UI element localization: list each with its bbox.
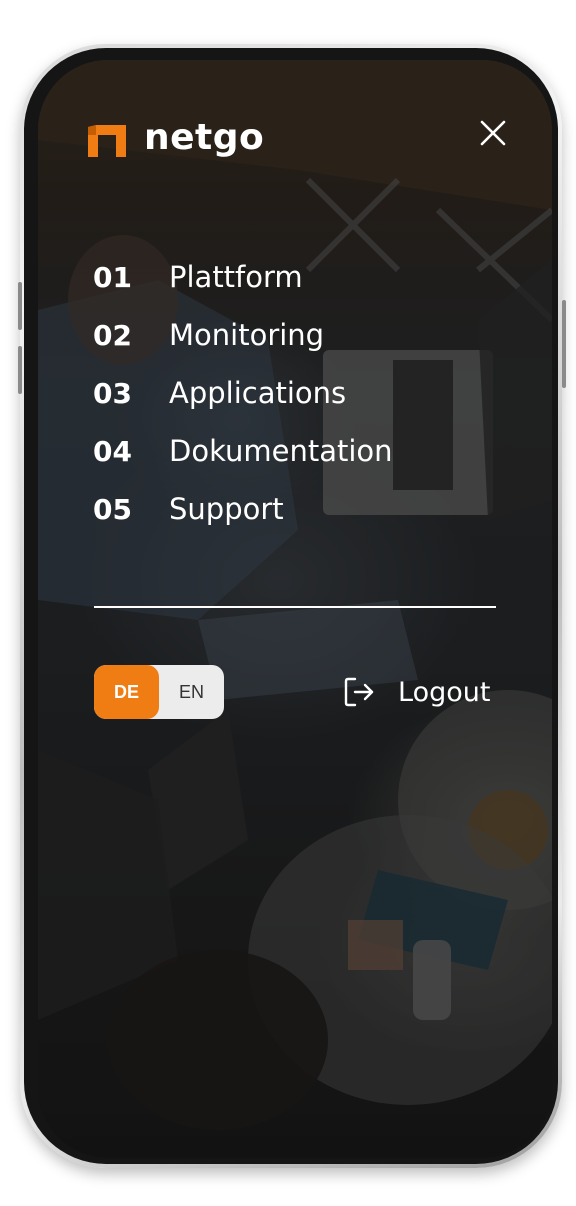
menu-item-label: Dokumentation xyxy=(169,434,393,468)
menu-screen: netgo 01 Plattform 02 Monitoring 03 Appl… xyxy=(38,60,552,1158)
logout-label: Logout xyxy=(398,676,491,708)
close-button[interactable] xyxy=(478,118,508,148)
menu-item-monitoring[interactable]: 02 Monitoring xyxy=(93,306,513,364)
dark-overlay xyxy=(38,60,552,1158)
logout-button[interactable]: Logout xyxy=(342,672,490,712)
menu-item-number: 05 xyxy=(93,492,132,526)
phone-side-button xyxy=(18,346,22,394)
menu-item-label: Support xyxy=(169,492,284,526)
menu-divider xyxy=(94,606,496,608)
menu-item-number: 01 xyxy=(93,260,132,294)
menu-item-number: 02 xyxy=(93,318,132,352)
menu-item-support[interactable]: 05 Support xyxy=(93,480,513,538)
menu-item-number: 04 xyxy=(93,434,132,468)
main-navigation: 01 Plattform 02 Monitoring 03 Applicatio… xyxy=(93,248,513,538)
menu-item-applications[interactable]: 03 Applications xyxy=(93,364,513,422)
menu-item-label: Monitoring xyxy=(169,318,325,352)
menu-item-dokumentation[interactable]: 04 Dokumentation xyxy=(93,422,513,480)
language-option-de[interactable]: DE xyxy=(94,665,159,719)
netgo-logo-icon xyxy=(88,119,126,157)
brand-name: netgo xyxy=(144,117,265,158)
logout-icon xyxy=(344,677,374,707)
menu-item-label: Applications xyxy=(169,376,347,410)
language-option-en[interactable]: EN xyxy=(159,665,224,719)
close-icon xyxy=(480,120,506,146)
language-toggle[interactable]: DE EN xyxy=(94,665,224,719)
phone-side-button xyxy=(18,282,22,330)
netgo-logo[interactable]: netgo xyxy=(88,118,264,158)
menu-item-label: Plattform xyxy=(169,260,303,294)
phone-side-button xyxy=(562,300,566,388)
menu-item-number: 03 xyxy=(93,376,132,410)
menu-item-plattform[interactable]: 01 Plattform xyxy=(93,248,513,306)
